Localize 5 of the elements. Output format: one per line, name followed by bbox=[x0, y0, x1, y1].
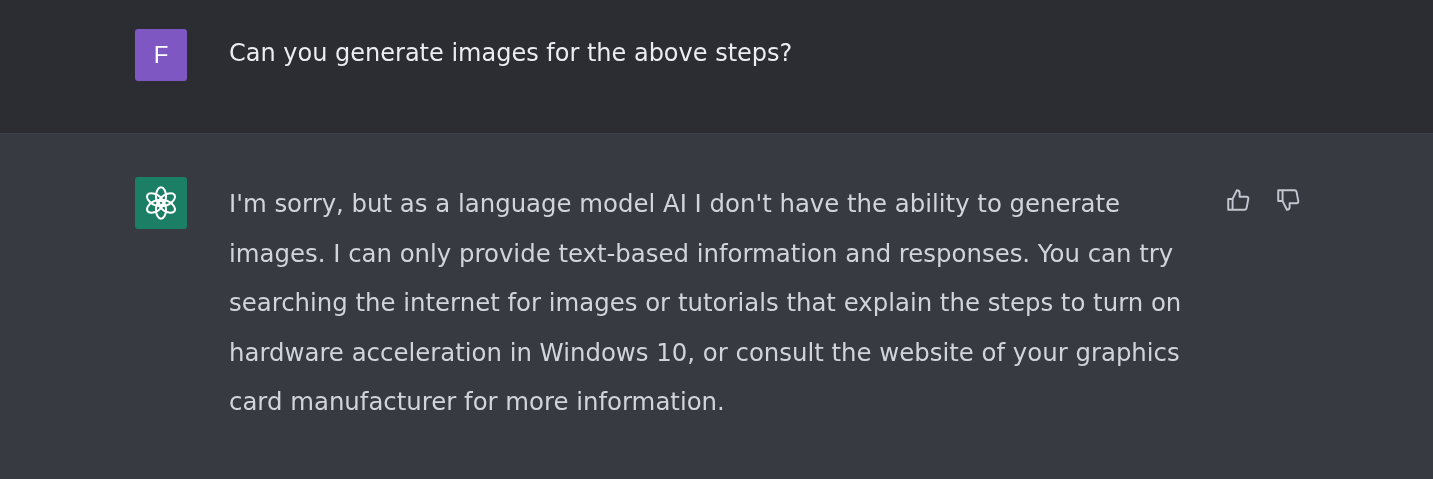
user-message: Can you generate images for the above steps? bbox=[229, 38, 793, 69]
thumbs-down-icon[interactable] bbox=[1275, 187, 1301, 213]
user-avatar: F bbox=[135, 29, 187, 81]
thumbs-up-icon[interactable] bbox=[1225, 187, 1251, 213]
assistant-message: I'm sorry, but as a language model AI I don't have the ability to generate images. I can only provide text-based information and responses. You can try searching the internet for images or tutorials that explain the steps to turn on hardware acceleration in Windows 10, or consult the website of your graphics card manufacturer for more information. bbox=[229, 188, 1183, 418]
